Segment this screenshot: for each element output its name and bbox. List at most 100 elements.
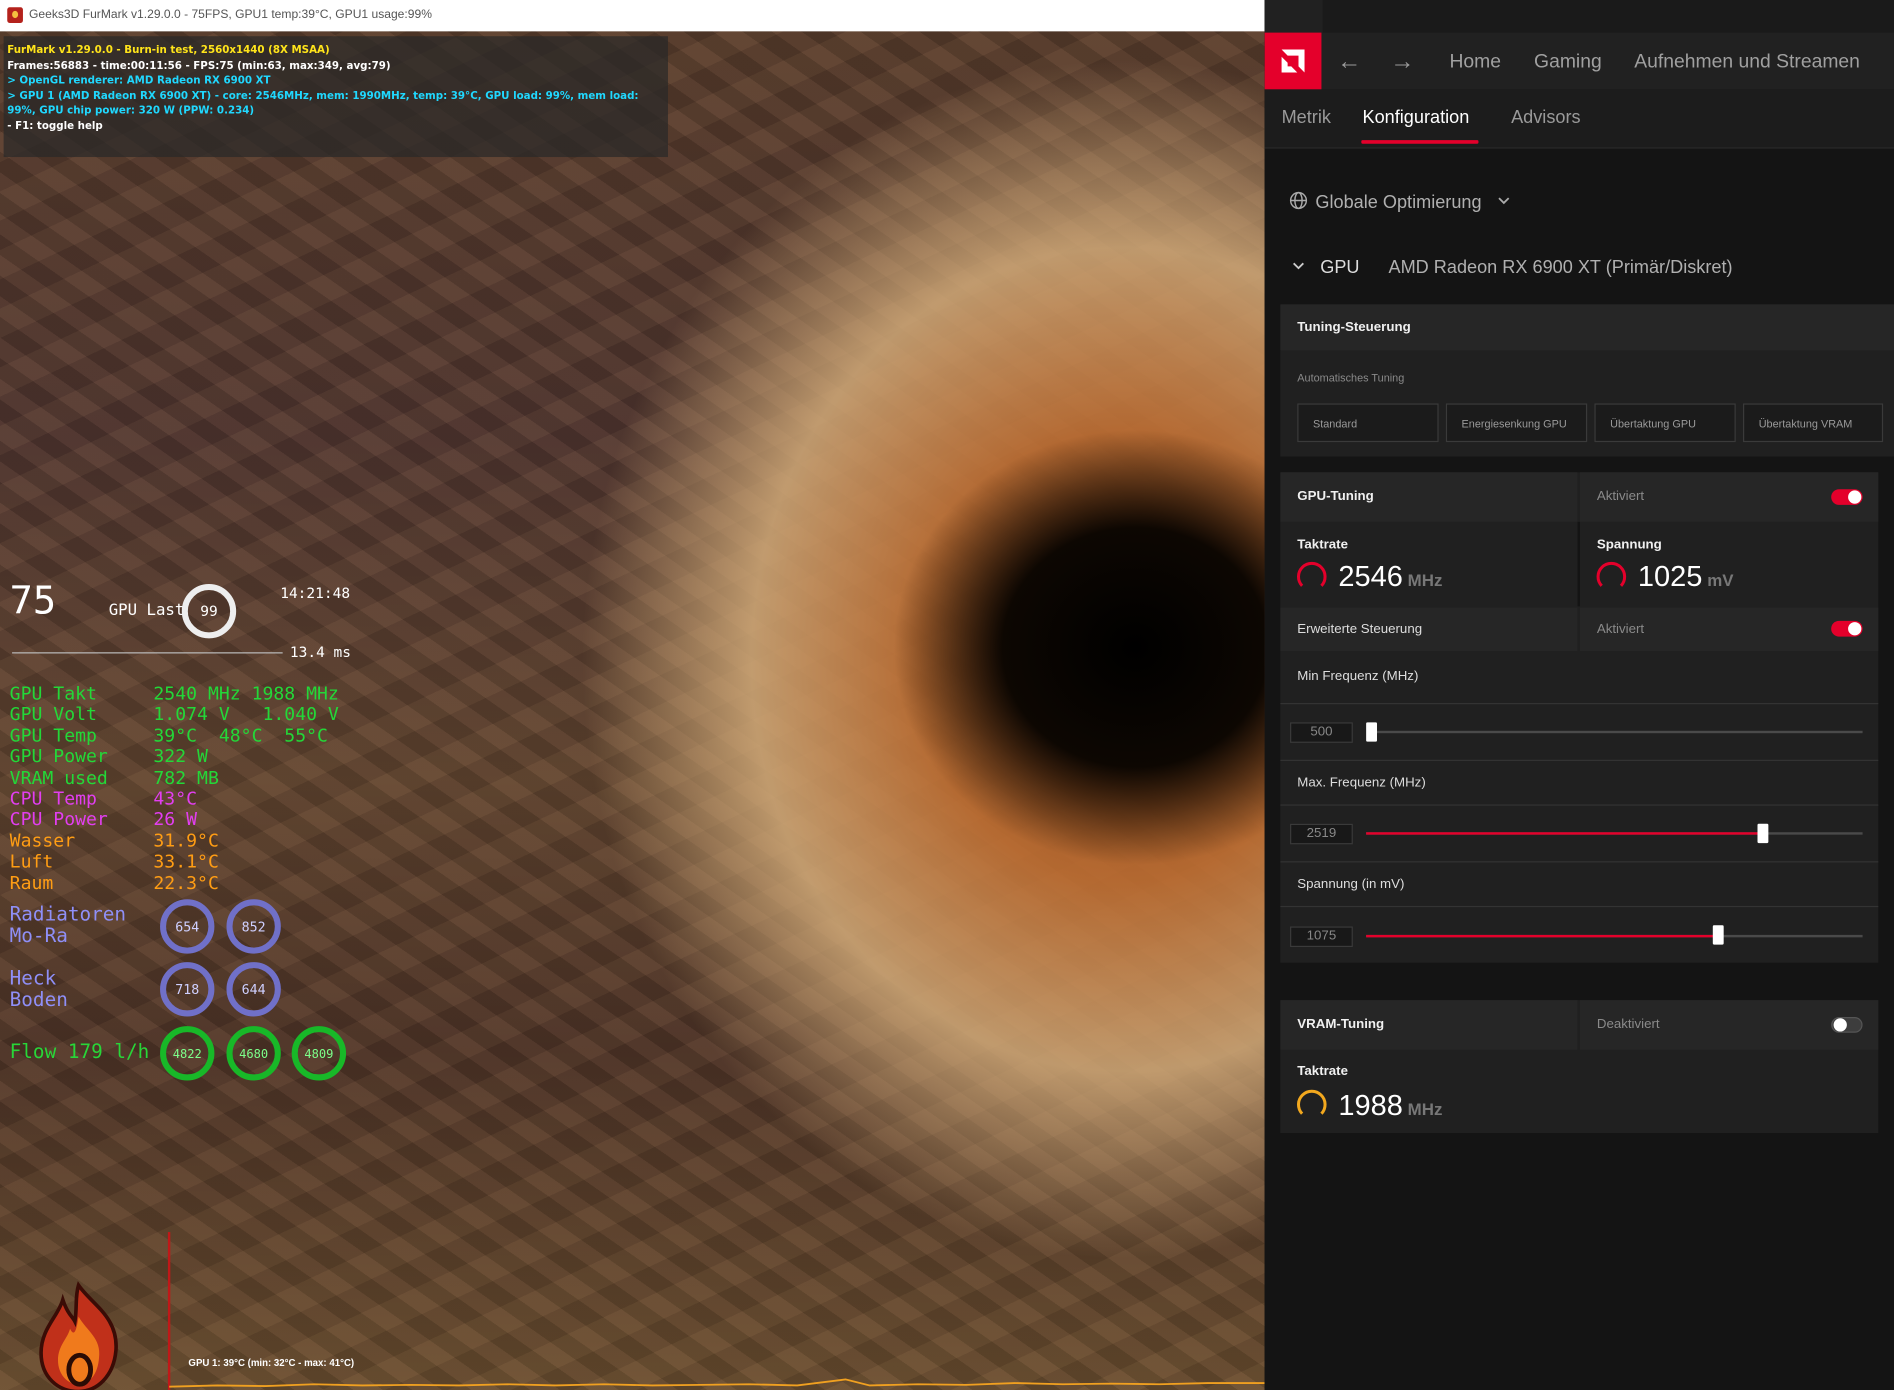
osd-radiatoren-label: Radiatoren Mo-Ra — [9, 903, 126, 947]
osd-sensor-label: VRAM used — [9, 766, 108, 789]
row-divider — [1280, 759, 1879, 761]
osd-fps: 75 — [9, 577, 57, 624]
back-arrow-icon[interactable]: ← — [1337, 48, 1361, 76]
osd-fan-ring-value: 644 — [242, 983, 266, 998]
clock-unit: MHz — [1407, 570, 1443, 590]
osd-sensor-label: GPU Volt — [9, 703, 97, 726]
max-freq-slider-thumb[interactable] — [1757, 823, 1769, 844]
osd-fan-ring-value: 852 — [242, 920, 266, 935]
tab-advisors[interactable]: Advisors — [1511, 108, 1580, 129]
nav-record-stream[interactable]: Aufnehmen und Streamen — [1634, 52, 1860, 74]
voltage-slider-thumb[interactable] — [1712, 925, 1724, 945]
globe-icon — [1289, 191, 1308, 210]
vram-clock-value: 1988 MHz — [1338, 1090, 1442, 1124]
osd-frametime: 13.4 ms — [289, 643, 351, 661]
preset-overclock-gpu-button[interactable]: Übertaktung GPU — [1594, 403, 1736, 443]
clock-number: 2546 — [1338, 560, 1403, 594]
amd-logo-icon — [1281, 49, 1305, 73]
nav-home[interactable]: Home — [1449, 52, 1501, 74]
vram-tuning-panel: VRAM-Tuning Deaktiviert Taktrate 1988 MHz — [1280, 1000, 1879, 1134]
voltage-mv-label: Spannung (in mV) — [1297, 876, 1405, 892]
osd-sensor-label: GPU Temp — [9, 724, 97, 747]
osd-sensor-values: 43°C — [153, 787, 198, 810]
osd-clock: 14:21:48 — [280, 584, 351, 602]
osd-sensor-values: 31.9°C — [153, 829, 219, 852]
osd-fan-ring-value: 654 — [175, 920, 199, 935]
min-freq-label: Min Frequenz (MHz) — [1297, 669, 1419, 684]
osd-pump-ring: 4809 — [291, 1026, 347, 1081]
nav-gaming[interactable]: Gaming — [1534, 52, 1602, 74]
amd-adrenalin-window: ← → Home Gaming Aufnehmen und Streamen M… — [1264, 0, 1894, 1390]
advanced-control-toggle[interactable] — [1831, 620, 1863, 637]
gpu-selector[interactable]: GPU AMD Radeon RX 6900 XT (Primär/Diskret… — [1291, 257, 1733, 278]
tab-metrik[interactable]: Metrik — [1282, 108, 1331, 129]
gpu-name: AMD Radeon RX 6900 XT (Primär/Diskret) — [1388, 257, 1733, 278]
gpu-tuning-state: Aktiviert — [1596, 489, 1645, 504]
chevron-down-icon — [1498, 197, 1510, 205]
osd-gpu-last-label: GPU Last — [108, 601, 185, 620]
row-divider — [1280, 905, 1879, 908]
osd-sensor-label: CPU Temp — [9, 787, 97, 810]
furmark-temp-graph — [169, 1378, 1265, 1388]
voltage-unit: mV — [1707, 570, 1734, 590]
forward-arrow-icon[interactable]: → — [1390, 48, 1414, 76]
voltage-input[interactable]: 1075 — [1290, 926, 1353, 947]
osd-sensor-values: 2540 MHz 1988 MHz — [153, 682, 339, 705]
clock-label: Taktrate — [1297, 537, 1348, 553]
osd-sensor-label: Luft — [9, 850, 54, 873]
osd-fan-ring: 644 — [226, 962, 281, 1017]
furmark-info-line: FurMark v1.29.0.0 - Burn-in test, 2560x1… — [7, 44, 330, 57]
osd-pump-ring-value: 4680 — [239, 1047, 268, 1061]
max-freq-input[interactable]: 2519 — [1290, 823, 1353, 845]
preset-overclock-vram-button[interactable]: Übertaktung VRAM — [1742, 403, 1884, 443]
gpu-tuning-toggle[interactable] — [1831, 489, 1863, 505]
osd-fan-ring: 654 — [160, 899, 215, 954]
osd-fan-ring: 852 — [226, 899, 281, 954]
furmark-info-line: > OpenGL renderer: AMD Radeon RX 6900 XT — [7, 74, 271, 87]
amd-header: ← → Home Gaming Aufnehmen und Streamen — [1264, 0, 1894, 90]
osd-sensor-values: 1.074 V 1.040 V — [153, 703, 339, 726]
profile-dropdown[interactable]: Globale Optimierung — [1289, 191, 1511, 213]
osd-radiatoren-line2: Mo-Ra — [9, 924, 68, 947]
preset-standard-button[interactable]: Standard — [1297, 403, 1439, 443]
osd-pump-ring: 4822 — [160, 1026, 215, 1081]
row-divider — [1280, 861, 1879, 863]
min-freq-input[interactable]: 500 — [1290, 722, 1353, 743]
osd-pump-ring-value: 4809 — [304, 1047, 333, 1061]
chevron-down-icon — [1293, 262, 1304, 270]
osd-fan-ring-value: 718 — [175, 983, 199, 998]
row-divider — [1280, 702, 1879, 705]
furmark-info-line: - F1: toggle help — [7, 120, 103, 133]
osd-sensor-values: 782 MB — [153, 766, 219, 789]
min-freq-slider-thumb[interactable] — [1366, 722, 1378, 742]
advanced-control-label: Erweiterte Steuerung — [1297, 622, 1423, 637]
osd-sensor-values: 22.3°C — [153, 871, 219, 894]
osd-sensor-values: 33.1°C — [153, 850, 219, 873]
furmark-titlebar[interactable]: Geeks3D FurMark v1.29.0.0 - 75FPS, GPU1 … — [0, 0, 1265, 33]
amd-subtabs: Metrik Konfiguration Advisors — [1264, 89, 1894, 149]
gpu-tuning-title: GPU-Tuning — [1297, 489, 1374, 504]
osd-heck-line1: Heck — [9, 966, 57, 990]
vram-tuning-toggle[interactable] — [1831, 1017, 1863, 1033]
osd-fan-ring: 718 — [160, 962, 215, 1017]
furmark-window-title: Geeks3D FurMark v1.29.0.0 - 75FPS, GPU1 … — [28, 8, 432, 22]
osd-frametime-line — [12, 652, 283, 654]
preset-undervolt-button[interactable]: Energiesenkung GPU — [1445, 403, 1588, 443]
osd-sensor-values: 39°C 48°C 55°C — [153, 724, 328, 747]
osd-flow: Flow 179 l/h — [9, 1040, 150, 1063]
amd-title-strip[interactable] — [1322, 0, 1894, 33]
clock-value: 2546 MHz — [1338, 560, 1442, 594]
vram-clock-number: 1988 — [1338, 1089, 1403, 1123]
osd-pump-ring-value: 4822 — [173, 1047, 202, 1061]
osd-heck-line2: Boden — [9, 988, 68, 1012]
max-freq-slider-fill — [1366, 832, 1763, 835]
osd-gpu-load-gauge: 99 — [181, 584, 237, 639]
tab-konfiguration[interactable]: Konfiguration — [1363, 108, 1470, 129]
vram-tuning-state: Deaktiviert — [1596, 1017, 1660, 1032]
max-freq-label: Max. Frequenz (MHz) — [1297, 775, 1426, 790]
min-freq-slider-track[interactable] — [1369, 730, 1863, 734]
voltage-label: Spannung — [1596, 537, 1662, 553]
furmark-info-line: Frames:56883 - time:00:11:56 - FPS:75 (m… — [7, 59, 391, 72]
gpu-tuning-panel: GPU-Tuning Aktiviert Taktrate Spannung 2… — [1280, 472, 1879, 963]
amd-logo[interactable] — [1264, 32, 1322, 90]
